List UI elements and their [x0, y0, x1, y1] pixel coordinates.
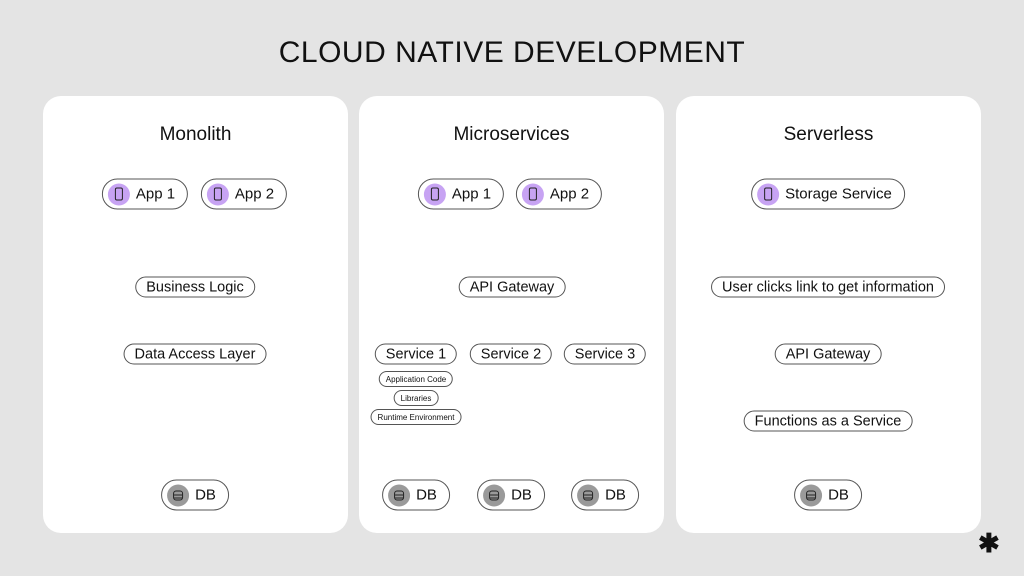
node-data-access-layer: Data Access Layer — [123, 343, 267, 365]
node-label: Storage Service — [785, 185, 892, 203]
node-label: DB — [828, 486, 849, 504]
panel-title: Microservices — [453, 124, 570, 145]
panel-title: Monolith — [159, 124, 232, 145]
node-service-3: Service 3 — [563, 343, 647, 365]
node-label: DB — [416, 486, 437, 504]
node-label: Runtime Environment — [377, 412, 455, 422]
node-app-2: App 2 — [200, 178, 288, 210]
database-icon — [167, 484, 190, 506]
node-service-2: Service 2 — [469, 343, 553, 365]
panel-microservices: Microservices — [359, 96, 664, 533]
node-label: Business Logic — [146, 279, 244, 295]
node-label: App 2 — [549, 185, 590, 203]
node-api-gateway: API Gateway — [774, 343, 882, 365]
node-functions-as-a-service: Functions as a Service — [743, 410, 913, 432]
database-icon — [483, 484, 506, 506]
database-icon — [800, 484, 823, 506]
node-app-1: App 1 — [417, 178, 505, 210]
node-label: API Gateway — [785, 346, 871, 362]
database-icon — [577, 484, 600, 506]
node-label: App 1 — [451, 185, 492, 203]
database-icon — [388, 484, 411, 506]
node-db: DB — [382, 479, 450, 511]
node-label: Functions as a Service — [754, 413, 902, 429]
panel-serverless: Serverless — [676, 96, 981, 533]
node-label: DB — [605, 486, 626, 504]
node-label: App 2 — [234, 185, 275, 203]
node-db: DB — [571, 479, 639, 511]
node-db: DB — [477, 479, 545, 511]
node-label: Application Code — [385, 374, 447, 384]
node-app-1: App 1 — [101, 178, 189, 210]
node-label: API Gateway — [469, 279, 555, 295]
node-user-clicks-link-to-get-information: User clicks link to get information — [711, 276, 945, 298]
node-label: User clicks link to get information — [722, 279, 934, 295]
phone-icon — [521, 183, 544, 205]
node-runtime-environment: Runtime Environment — [370, 409, 462, 425]
node-label: Service 2 — [480, 346, 542, 362]
node-label: Libraries — [400, 393, 432, 403]
phone-icon — [757, 183, 780, 205]
node-label: DB — [195, 486, 216, 504]
node-api-gateway: API Gateway — [458, 276, 566, 298]
node-db: DB — [161, 479, 229, 511]
phone-icon — [107, 183, 130, 205]
node-application-code: Application Code — [378, 371, 454, 387]
node-storage-service: Storage Service — [751, 178, 905, 210]
node-service-1: Service 1 — [374, 343, 458, 365]
panel-title: Serverless — [783, 124, 874, 145]
page-title: CLOUD NATIVE DEVELOPMENT — [278, 36, 746, 69]
phone-icon — [423, 183, 446, 205]
node-business-logic: Business Logic — [135, 276, 255, 298]
node-label: Data Access Layer — [134, 346, 256, 362]
node-label: App 1 — [135, 185, 176, 203]
node-db: DB — [794, 479, 862, 511]
asterisk-logo-icon: ✱ — [978, 528, 1000, 558]
phone-icon — [206, 183, 229, 205]
node-label: Service 3 — [574, 346, 636, 362]
node-label: Service 1 — [385, 346, 447, 362]
node-libraries: Libraries — [393, 390, 439, 406]
panel-monolith: Monolith — [43, 96, 348, 533]
node-app-2: App 2 — [515, 178, 603, 210]
node-label: DB — [511, 486, 532, 504]
